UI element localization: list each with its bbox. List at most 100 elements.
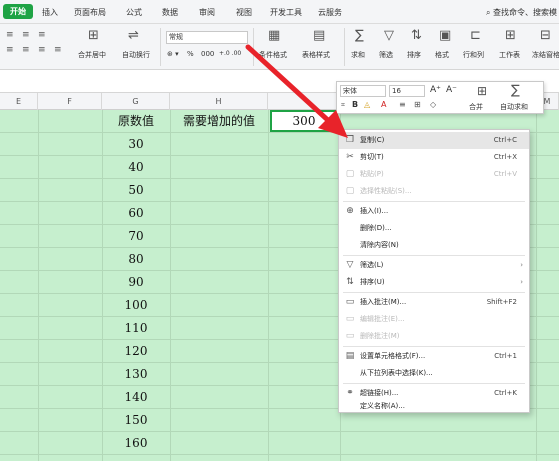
merge-button[interactable]: 合并 (469, 102, 483, 112)
cell-g-value[interactable]: 100 (102, 294, 170, 316)
merge-center-icon[interactable]: ⊞ (88, 29, 99, 42)
tab-page-layout[interactable]: 页面布局 (74, 7, 106, 18)
column-header-e[interactable]: E (0, 93, 38, 110)
menu-item-cut[interactable]: ✂ 剪切(T) Ctrl+X (339, 149, 529, 166)
tab-insert[interactable]: 插入 (42, 7, 58, 18)
percent-button[interactable]: % (187, 50, 194, 58)
align-center-icon[interactable]: ≡ (22, 46, 30, 55)
filter-button[interactable]: 筛选 (379, 50, 393, 60)
align-icon[interactable]: ≡ (399, 100, 406, 109)
shrink-font-button[interactable]: A⁻ (446, 85, 457, 95)
bold-button[interactable]: B (352, 100, 358, 109)
freeze-icon[interactable]: ⊟ (540, 29, 551, 42)
tab-cloud[interactable]: 云服务 (318, 7, 342, 18)
distributed-align-icon[interactable]: ≡ (54, 46, 62, 55)
tab-developer[interactable]: 开发工具 (270, 7, 302, 18)
cell-g-value[interactable]: 70 (102, 225, 170, 247)
clear-format-icon[interactable]: ◇ (430, 100, 436, 109)
sum-button[interactable]: 求和 (351, 50, 365, 60)
menu-item-delete-comment[interactable]: ▭ 删除批注(M) (339, 328, 529, 345)
font-color-icon[interactable]: A (381, 100, 386, 109)
row-col-icon[interactable]: ⊏ (470, 29, 481, 42)
sort-icon[interactable]: ⇅ (411, 29, 422, 42)
comment-icon: ▭ (345, 297, 355, 307)
currency-icon[interactable]: ⊛ ▾ (167, 50, 179, 58)
menu-item-paste[interactable]: ▢ 粘贴(P) Ctrl+V (339, 166, 529, 183)
active-cell-i[interactable]: 300 (270, 110, 338, 132)
cell-h-header[interactable]: 需要增加的值 (170, 110, 268, 132)
menu-item-edit-comment[interactable]: ▭ 编辑批注(E)... (339, 311, 529, 328)
worksheet-icon[interactable]: ⊞ (505, 29, 516, 42)
cell-g-value[interactable]: 90 (102, 271, 170, 293)
menu-item-sort[interactable]: ⇅ 排序(U) › (339, 274, 529, 291)
copy-icon: ❐ (345, 135, 355, 145)
sum-icon[interactable]: ∑ (355, 29, 364, 42)
command-search[interactable]: ⌕ 查找命令、搜索模 (486, 7, 557, 18)
tab-view[interactable]: 视图 (236, 7, 252, 18)
tab-home[interactable]: 开始 (3, 4, 33, 19)
menu-item-filter[interactable]: ▽ 筛选(L) › (339, 257, 529, 274)
cell-g-value[interactable]: 80 (102, 248, 170, 270)
merge-icon[interactable]: ⊞ (477, 84, 487, 98)
format-button[interactable]: 格式 (435, 50, 449, 60)
merge-center-button[interactable]: 合并居中 (78, 50, 106, 60)
tab-review[interactable]: 审阅 (199, 7, 215, 18)
align-left-icon[interactable]: ≡ (6, 46, 14, 55)
menu-item-define-name[interactable]: 定义名称(A)... (339, 398, 529, 415)
border-icon[interactable]: ⊞ (414, 100, 421, 109)
format-icon[interactable]: ▣ (439, 29, 451, 42)
number-format-select[interactable]: 常规 (166, 31, 248, 44)
fill-color-icon[interactable]: ◬ (364, 100, 370, 109)
cell-g-value[interactable]: 30 (102, 133, 170, 155)
tab-formulas[interactable]: 公式 (126, 7, 142, 18)
format-painter-icon[interactable]: ⌗ (341, 101, 345, 110)
row-col-button[interactable]: 行和列 (463, 50, 484, 60)
thousands-button[interactable]: 000 (201, 50, 214, 58)
cell-g-header[interactable]: 原数值 (102, 110, 170, 132)
align-right-icon[interactable]: ≡ (38, 46, 46, 55)
menu-item-insert[interactable]: ⊕ 插入(I)... (339, 203, 529, 220)
table-style-icon[interactable]: ▤ (313, 29, 325, 42)
menu-item-label: 粘贴(P) (360, 170, 384, 178)
column-header-h[interactable]: H (170, 93, 268, 110)
cell-g-value[interactable]: 130 (102, 363, 170, 385)
menu-item-insert-comment[interactable]: ▭ 插入批注(M)... Shift+F2 (339, 294, 529, 311)
wrap-text-icon[interactable]: ⇌ (128, 29, 139, 42)
align-bottom-icon[interactable]: ≡ (38, 31, 46, 40)
freeze-panes-button[interactable]: 冻结窗格 (532, 50, 559, 60)
cell-g-value[interactable]: 160 (102, 432, 170, 454)
column-header-f[interactable]: F (38, 93, 102, 110)
conditional-format-button[interactable]: 条件格式 (259, 50, 287, 60)
align-top-left-icon[interactable]: ≡ (6, 31, 14, 40)
increase-decimal-button[interactable]: +.0 .00 (219, 50, 241, 57)
cell-g-value[interactable]: 140 (102, 386, 170, 408)
column-header-i[interactable] (268, 93, 340, 110)
sort-button[interactable]: 排序 (407, 50, 421, 60)
column-header-g[interactable]: G (102, 93, 170, 110)
menu-item-format-cells[interactable]: ▤ 设置单元格格式(F)... Ctrl+1 (339, 348, 529, 365)
font-name-select[interactable]: 宋体 (340, 85, 386, 97)
cell-g-value[interactable]: 50 (102, 179, 170, 201)
filter-icon[interactable]: ▽ (384, 29, 394, 42)
wrap-text-button[interactable]: 自动换行 (122, 50, 150, 60)
cell-g-value[interactable]: 150 (102, 409, 170, 431)
menu-item-pick-from-list[interactable]: 从下拉列表中选择(K)... (339, 365, 529, 382)
cell-g-value[interactable]: 110 (102, 317, 170, 339)
worksheet-button[interactable]: 工作表 (499, 50, 520, 60)
cell-g-value[interactable]: 120 (102, 340, 170, 362)
align-middle-icon[interactable]: ≡ (22, 31, 30, 40)
conditional-format-icon[interactable]: ▦ (268, 29, 280, 42)
autosum-button[interactable]: 自动求和 (500, 102, 528, 112)
cell-g-value[interactable]: 40 (102, 156, 170, 178)
grow-font-button[interactable]: A⁺ (430, 85, 441, 95)
menu-item-clear-contents[interactable]: 清除内容(N) (339, 237, 529, 254)
font-size-select[interactable]: 16 (389, 85, 425, 97)
tab-data[interactable]: 数据 (162, 7, 178, 18)
autosum-icon[interactable]: ∑ (511, 83, 520, 98)
menu-item-paste-special[interactable]: ▢ 选择性粘贴(S)... (339, 183, 529, 200)
cell-g-value[interactable]: 60 (102, 202, 170, 224)
menu-item-delete[interactable]: 删除(D)... (339, 220, 529, 237)
menu-item-copy[interactable]: ❐ 复制(C) Ctrl+C (339, 132, 529, 149)
submenu-arrow-icon: › (520, 278, 523, 286)
table-style-button[interactable]: 表格样式 (302, 50, 330, 60)
